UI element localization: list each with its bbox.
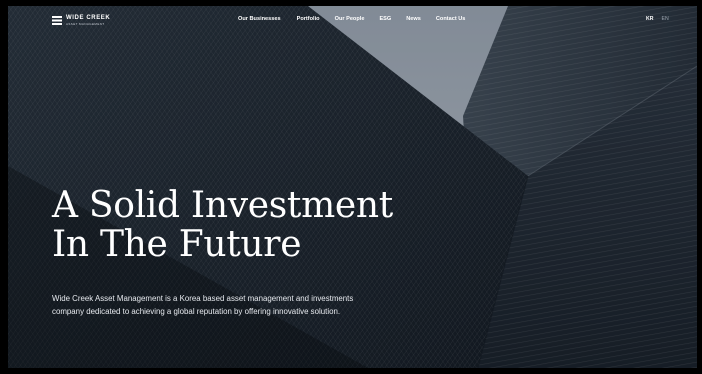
lang-en[interactable]: EN (662, 16, 669, 22)
headline-line-2: In The Future (52, 224, 302, 265)
headline-line-1: A Solid Investment (52, 185, 393, 226)
nav-news[interactable]: News (406, 16, 421, 22)
browser-frame: WIDE CREEK ASSET MANAGEMENT Our Business… (0, 0, 702, 374)
lang-kr[interactable]: KR (646, 16, 654, 22)
nav-our-people[interactable]: Our People (335, 16, 365, 22)
logo-name: WIDE CREEK (66, 15, 111, 21)
nav-esg[interactable]: ESG (379, 16, 391, 22)
nav-contact-us[interactable]: Contact Us (436, 16, 466, 22)
nav-our-businesses[interactable]: Our Businesses (238, 16, 281, 22)
language-switcher: KR EN (646, 16, 669, 22)
wide-creek-logo-icon (52, 16, 62, 25)
top-navigation: WIDE CREEK ASSET MANAGEMENT Our Business… (8, 6, 697, 36)
nav-portfolio[interactable]: Portfolio (297, 16, 320, 22)
logo-subtitle: ASSET MANAGEMENT (66, 22, 105, 26)
logo-text: WIDE CREEK ASSET MANAGEMENT (66, 15, 110, 26)
hero-headline: A Solid Investment In The Future (52, 186, 393, 264)
main-menu: Our Businesses Portfolio Our People ESG … (238, 16, 480, 22)
hero-section: WIDE CREEK ASSET MANAGEMENT Our Business… (8, 6, 697, 368)
logo[interactable]: WIDE CREEK ASSET MANAGEMENT (52, 15, 110, 26)
hero-description: Wide Creek Asset Management is a Korea b… (52, 294, 354, 316)
